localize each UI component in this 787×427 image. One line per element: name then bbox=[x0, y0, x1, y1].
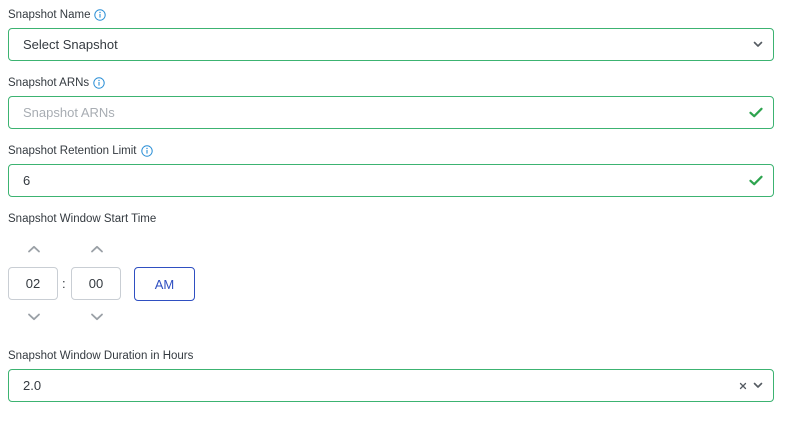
retention-limit-field[interactable]: 6 bbox=[8, 164, 774, 197]
info-icon[interactable] bbox=[93, 77, 105, 89]
chevron-down-icon[interactable] bbox=[753, 382, 763, 389]
minute-input[interactable]: 00 bbox=[71, 267, 121, 300]
chevron-down-icon bbox=[91, 313, 103, 321]
info-icon[interactable] bbox=[140, 145, 153, 157]
chevron-down-icon[interactable] bbox=[753, 41, 763, 48]
snapshot-name-select[interactable]: Select Snapshot bbox=[8, 28, 774, 61]
window-duration-label-text: Snapshot Window Duration in Hours bbox=[8, 350, 194, 362]
retention-limit-value[interactable]: 6 bbox=[23, 173, 749, 188]
retention-limit-label: Snapshot Retention Limit bbox=[8, 145, 153, 157]
snapshot-settings-form: Snapshot Name Select Snapshot Snapshot A… bbox=[0, 0, 787, 427]
window-duration-label: Snapshot Window Duration in Hours bbox=[8, 350, 193, 362]
window-duration-value: 2.0 bbox=[23, 378, 42, 393]
checkmark-icon bbox=[749, 107, 763, 118]
time-separator: : bbox=[62, 276, 66, 291]
snapshot-name-select-placeholder: Select Snapshot bbox=[23, 37, 118, 52]
snapshot-name-label-text: Snapshot Name bbox=[8, 9, 91, 21]
chevron-down-icon bbox=[28, 313, 40, 321]
hour-decrement-button[interactable] bbox=[24, 310, 44, 324]
snapshot-arns-label-text: Snapshot ARNs bbox=[8, 77, 90, 89]
window-start-time-label: Snapshot Window Start Time bbox=[8, 213, 156, 225]
hour-increment-button[interactable] bbox=[24, 242, 44, 256]
snapshot-arns-input[interactable] bbox=[23, 105, 749, 120]
am-pm-toggle-button[interactable]: AM bbox=[134, 267, 195, 301]
snapshot-arns-field[interactable] bbox=[8, 96, 774, 129]
chevron-up-icon bbox=[91, 245, 103, 253]
info-icon[interactable] bbox=[94, 9, 107, 21]
clear-icon[interactable] bbox=[739, 382, 747, 390]
hour-value: 02 bbox=[25, 276, 41, 291]
hour-input[interactable]: 02 bbox=[8, 267, 58, 300]
am-pm-label: AM bbox=[154, 276, 175, 292]
minute-decrement-button[interactable] bbox=[87, 310, 107, 324]
window-duration-select[interactable]: 2.0 bbox=[8, 369, 774, 402]
snapshot-name-label: Snapshot Name bbox=[8, 9, 107, 21]
retention-limit-label-text: Snapshot Retention Limit bbox=[8, 145, 137, 157]
checkmark-icon bbox=[749, 175, 763, 186]
minute-value: 00 bbox=[88, 276, 104, 291]
minute-increment-button[interactable] bbox=[87, 242, 107, 256]
chevron-up-icon bbox=[28, 245, 40, 253]
snapshot-arns-label: Snapshot ARNs bbox=[8, 77, 105, 89]
window-start-time-label-text: Snapshot Window Start Time bbox=[8, 213, 157, 225]
